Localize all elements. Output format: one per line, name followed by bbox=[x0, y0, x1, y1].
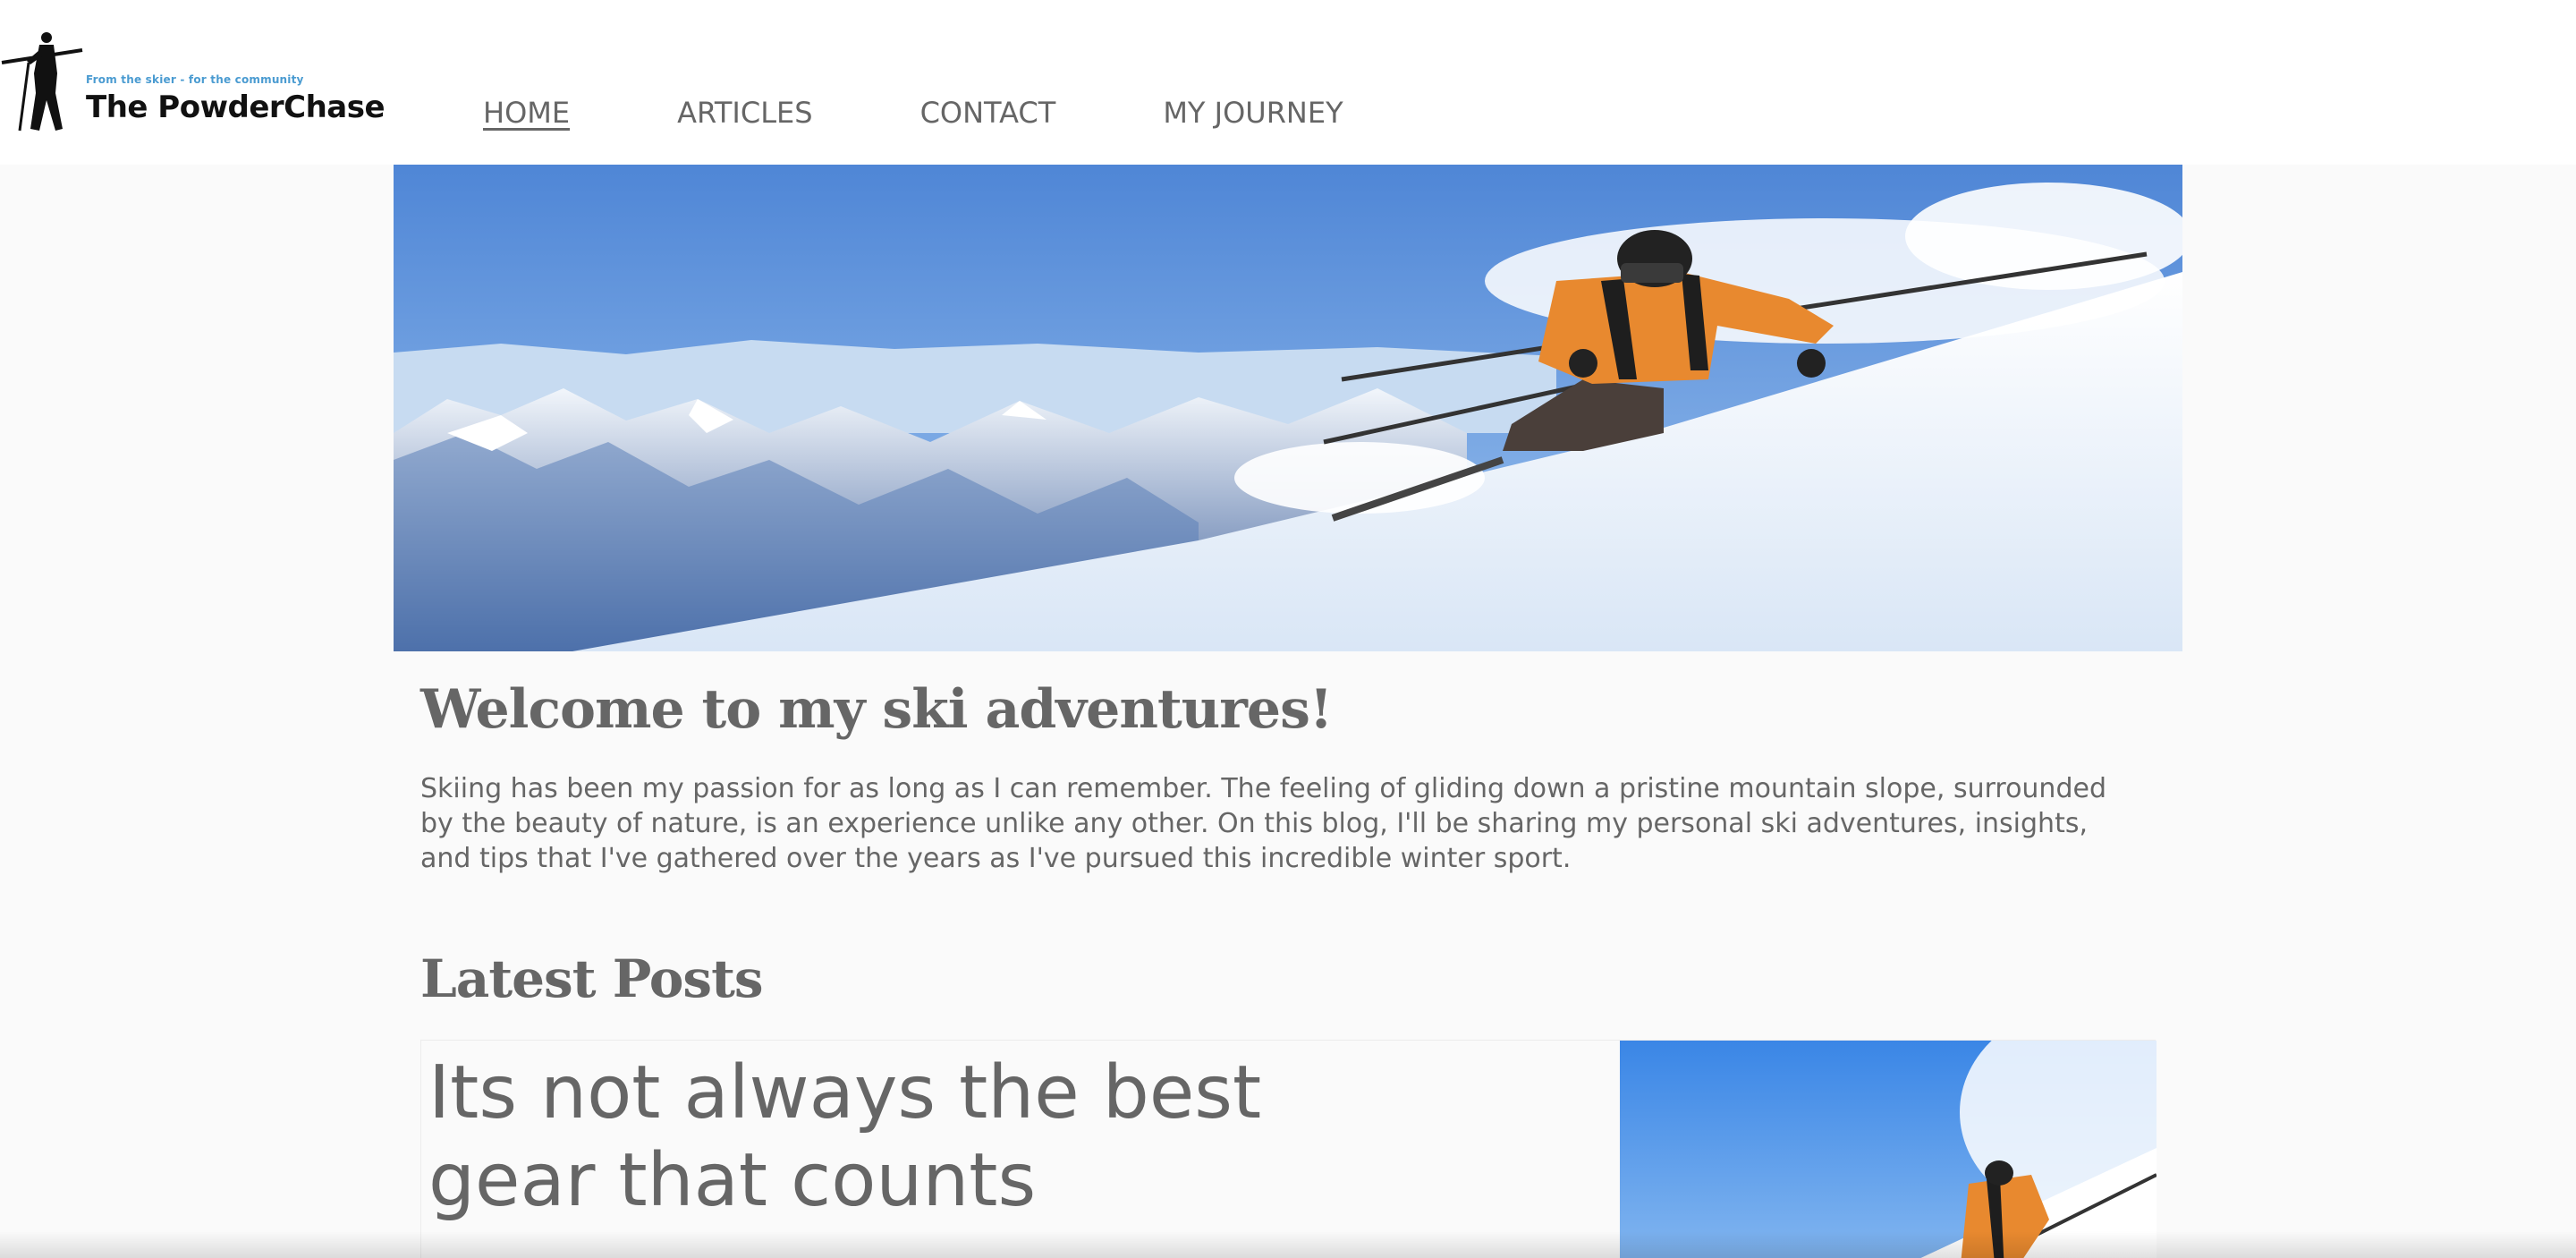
welcome-heading: Welcome to my ski adventures! bbox=[420, 678, 1333, 741]
site-header: From the skier - for the community The P… bbox=[0, 0, 2576, 165]
latest-posts-heading: Latest Posts bbox=[420, 948, 764, 1009]
hero-image bbox=[394, 165, 2182, 651]
nav-item-home[interactable]: HOME bbox=[483, 96, 570, 130]
site-logo[interactable]: From the skier - for the community The P… bbox=[0, 30, 386, 138]
skier-silhouette-icon bbox=[1, 32, 83, 132]
logo-tagline: From the skier - for the community bbox=[86, 73, 304, 86]
nav-item-contact[interactable]: CONTACT bbox=[920, 96, 1056, 130]
post-skier-illustration bbox=[1620, 1041, 2157, 1258]
post-title-line1: Its not always the best bbox=[428, 1050, 1262, 1135]
main-nav: HOME ARTICLES CONTACT MY JOURNEY bbox=[483, 93, 1451, 132]
intro-paragraph: Skiing has been my passion for as long a… bbox=[420, 773, 2106, 874]
post-card[interactable]: Its not always the best gear that counts bbox=[420, 1040, 2157, 1258]
logo-title: The PowderChase bbox=[86, 89, 386, 125]
post-thumbnail[interactable] bbox=[1620, 1041, 2157, 1258]
nav-item-articles[interactable]: ARTICLES bbox=[677, 96, 812, 130]
post-title[interactable]: Its not always the best gear that counts bbox=[428, 1050, 1412, 1225]
post-title-line2: gear that counts bbox=[428, 1138, 1037, 1223]
nav-item-my-journey[interactable]: MY JOURNEY bbox=[1163, 96, 1343, 130]
hero-skier-illustration bbox=[394, 165, 2182, 651]
